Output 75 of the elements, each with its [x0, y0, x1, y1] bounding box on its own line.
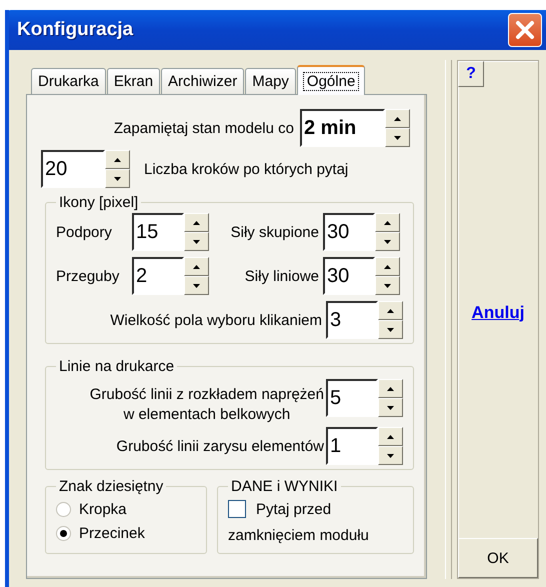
- group-title: Linie na drukarce: [58, 358, 176, 375]
- steps-label: Liczba kroków po których pytaj: [144, 160, 348, 178]
- up-arrow-icon: [193, 264, 200, 268]
- down-arrow-icon: [384, 240, 391, 244]
- spin-down-button[interactable]: [378, 446, 403, 465]
- spin-down-button[interactable]: [385, 128, 410, 147]
- number-field[interactable]: 30: [323, 257, 375, 295]
- spin-up-button[interactable]: [375, 257, 400, 276]
- spin-up-button[interactable]: [378, 427, 403, 446]
- radio-button[interactable]: [56, 526, 71, 540]
- checkbox-label[interactable]: Pytaj przed zamknięciem modułu: [228, 497, 403, 549]
- up-arrow-icon: [394, 116, 401, 120]
- radio-label[interactable]: Kropka: [79, 500, 127, 518]
- down-arrow-icon: [193, 284, 200, 288]
- spin-down-button[interactable]: [105, 169, 130, 188]
- tab[interactable]: Ogólne: [296, 65, 366, 95]
- down-arrow-icon: [193, 240, 200, 244]
- autosave-field[interactable]: 2 min: [300, 109, 385, 147]
- radio-label[interactable]: Przecinek: [79, 524, 145, 542]
- tab[interactable]: Mapy: [245, 68, 296, 94]
- field-label: Podpory: [56, 224, 113, 240]
- spin-up-button[interactable]: [375, 213, 400, 232]
- tab[interactable]: Archiwizer: [161, 68, 244, 94]
- group-title: Znak dziesiętny: [58, 478, 164, 495]
- tab[interactable]: Ekran: [106, 68, 160, 94]
- spin-up-button[interactable]: [378, 301, 403, 320]
- down-arrow-icon: [387, 454, 394, 458]
- close-button[interactable]: [508, 13, 542, 47]
- steps-field[interactable]: 20: [41, 150, 105, 188]
- field-label: Grubość linii z rozkładem naprężeń w elementach belkowych: [90, 385, 324, 425]
- ok-button[interactable]: OK: [458, 538, 538, 578]
- field-label: Wielkość pola wyboru klikaniem: [110, 312, 322, 328]
- number-field[interactable]: 1: [326, 427, 378, 465]
- number-field[interactable]: 5: [326, 379, 378, 417]
- spin-up-button[interactable]: [184, 213, 209, 232]
- spin-down-button[interactable]: [375, 232, 400, 251]
- up-arrow-icon: [387, 434, 394, 438]
- field-label: Siły liniowe: [244, 268, 319, 284]
- up-arrow-icon: [387, 308, 394, 312]
- number-field[interactable]: 3: [326, 301, 378, 339]
- number-field[interactable]: 15: [132, 213, 184, 251]
- field-label: Grubość linii zarysu elementów: [116, 437, 324, 457]
- help-button[interactable]: ?: [458, 61, 484, 87]
- spin-down-button[interactable]: [375, 276, 400, 295]
- field-label: Przeguby: [56, 268, 120, 284]
- spin-down-button[interactable]: [184, 276, 209, 295]
- cancel-link[interactable]: Anuluj: [472, 302, 524, 322]
- spin-down-button[interactable]: [378, 398, 403, 417]
- down-arrow-icon: [387, 406, 394, 410]
- spin-up-button[interactable]: [184, 257, 209, 276]
- spin-up-button[interactable]: [385, 109, 410, 128]
- down-arrow-icon: [387, 328, 394, 332]
- close-icon: [514, 19, 536, 41]
- down-arrow-icon: [394, 136, 401, 140]
- radio-button[interactable]: [56, 502, 71, 516]
- window-title: Konfiguracja: [16, 19, 134, 41]
- up-arrow-icon: [384, 264, 391, 268]
- down-arrow-icon: [384, 284, 391, 288]
- number-field[interactable]: 2: [132, 257, 184, 295]
- number-field[interactable]: 30: [323, 213, 375, 251]
- spin-down-button[interactable]: [378, 320, 403, 339]
- up-arrow-icon: [384, 220, 391, 224]
- up-arrow-icon: [114, 158, 121, 162]
- field-label: Siły skupione: [230, 224, 319, 240]
- down-arrow-icon: [114, 176, 121, 180]
- spin-down-button[interactable]: [184, 232, 209, 251]
- up-arrow-icon: [193, 220, 200, 224]
- group-title: DANE i WYNIKI: [230, 478, 339, 495]
- group-title: Ikony [pixel]: [58, 194, 140, 211]
- autosave-label: Zapamiętaj stan modelu co: [114, 120, 294, 136]
- spin-up-button[interactable]: [378, 379, 403, 398]
- checkbox[interactable]: [228, 500, 246, 518]
- up-arrow-icon: [387, 386, 394, 390]
- tab[interactable]: Drukarka: [31, 68, 106, 94]
- spin-up-button[interactable]: [105, 150, 130, 169]
